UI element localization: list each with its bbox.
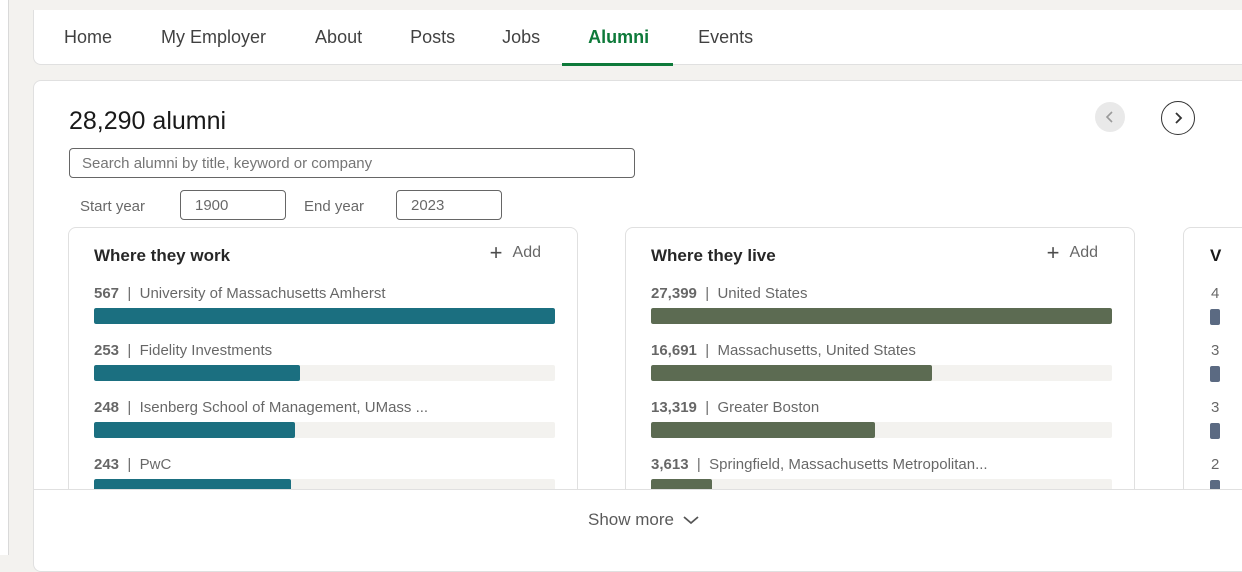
add-label: Add xyxy=(512,244,541,261)
item-name: Fidelity Investments xyxy=(139,342,273,359)
tab-my-employer[interactable]: My Employer xyxy=(161,10,266,64)
plus-icon: + xyxy=(1046,240,1060,265)
item-count: 243 xyxy=(94,456,120,473)
end-year-label: End year xyxy=(304,198,365,215)
item-name: Isenberg School of Management, UMass ... xyxy=(139,399,429,416)
item-name: Springfield, Massachusetts Metropolitan.… xyxy=(709,456,988,473)
alumni-count-heading: 28,290 alumni xyxy=(69,107,227,135)
third-insight-panel: V 4 3 3 2 xyxy=(1183,227,1242,529)
where-they-work-panel: Where they work + Add 567 | University o… xyxy=(68,227,578,527)
item-name: United States xyxy=(717,285,808,302)
item-count: 567 xyxy=(94,285,120,302)
bar-fill xyxy=(1210,366,1220,382)
page-edge xyxy=(0,0,9,555)
item-count: 3 xyxy=(1211,399,1220,416)
alumni-card: 28,290 alumni Start year End year Where … xyxy=(33,80,1242,572)
plus-icon: + xyxy=(489,240,503,265)
bar-fill xyxy=(94,308,555,324)
add-work-filter-button[interactable]: + Add xyxy=(489,240,541,265)
item-label: 13,319 | Greater Boston xyxy=(651,399,1112,416)
show-more-label: Show more xyxy=(588,510,674,529)
start-year-input[interactable] xyxy=(180,190,286,220)
item-label: 567 | University of Massachusetts Amhers… xyxy=(94,285,555,302)
next-button[interactable] xyxy=(1161,101,1195,135)
bar-fill xyxy=(94,365,300,381)
item-separator: | xyxy=(696,285,718,302)
panel-title: V xyxy=(1210,246,1222,265)
item-separator: | xyxy=(688,456,710,473)
list-item[interactable]: 13,319 | Greater Boston xyxy=(651,399,1112,438)
item-count: 2 xyxy=(1211,456,1220,473)
item-separator: | xyxy=(696,342,718,359)
item-label: 253 | Fidelity Investments xyxy=(94,342,555,359)
list-item[interactable]: 27,399 | United States xyxy=(651,285,1112,324)
bar-fill xyxy=(651,422,876,438)
item-count: 27,399 xyxy=(651,285,697,302)
bar-fill xyxy=(94,422,296,438)
item-name: PwC xyxy=(139,456,172,473)
start-year-label: Start year xyxy=(80,198,146,215)
tab-list: Home My Employer About Posts Jobs Alumni Event… xyxy=(64,10,753,66)
item-count: 13,319 xyxy=(651,399,697,416)
panel-title: Where they live xyxy=(651,246,776,265)
item-count: 3 xyxy=(1211,342,1220,359)
where-they-live-panel: Where they live + Add 27,399 | United St… xyxy=(625,227,1135,527)
item-count: 4 xyxy=(1211,285,1220,302)
list-item[interactable]: 567 | University of Massachusetts Amhers… xyxy=(94,285,555,324)
tab-alumni[interactable]: Alumni xyxy=(562,10,674,66)
panel-title: Where they work xyxy=(94,246,231,265)
item-count: 3,613 xyxy=(651,456,689,473)
tab-home[interactable]: Home xyxy=(64,10,112,64)
add-label: Add xyxy=(1069,244,1098,261)
bar-fill xyxy=(651,308,1112,324)
tab-events[interactable]: Events xyxy=(698,10,753,64)
alumni-search-input[interactable] xyxy=(69,148,635,178)
item-count: 16,691 xyxy=(651,342,697,359)
item-label: 27,399 | United States xyxy=(651,285,1112,302)
chevron-left-icon xyxy=(1105,111,1113,123)
chevron-right-icon xyxy=(1175,112,1183,124)
bar-track xyxy=(651,365,1112,381)
bar-fill xyxy=(1210,309,1220,325)
item-count: 248 xyxy=(94,399,120,416)
tab-jobs[interactable]: Jobs xyxy=(502,10,540,64)
item-separator: | xyxy=(119,285,140,302)
tab-posts[interactable]: Posts xyxy=(410,10,455,64)
previous-button[interactable] xyxy=(1095,102,1125,132)
chevron-down-icon xyxy=(683,516,699,525)
item-separator: | xyxy=(119,342,140,359)
item-name: Greater Boston xyxy=(717,399,820,416)
item-count: 253 xyxy=(94,342,120,359)
item-name: University of Massachusetts Amherst xyxy=(139,285,386,302)
item-separator: | xyxy=(119,399,140,416)
bar-fill xyxy=(1210,423,1220,439)
item-name: Massachusetts, United States xyxy=(717,342,916,359)
item-label: 3,613 | Springfield, Massachusetts Metro… xyxy=(651,456,1112,473)
item-separator: | xyxy=(696,399,718,416)
add-location-filter-button[interactable]: + Add xyxy=(1046,240,1098,265)
bar-track xyxy=(94,365,555,381)
list-item[interactable]: 16,691 | Massachusetts, United States xyxy=(651,342,1112,381)
item-label: 16,691 | Massachusetts, United States xyxy=(651,342,1112,359)
end-year-input[interactable] xyxy=(396,190,502,220)
bar-track xyxy=(651,422,1112,438)
bar-track xyxy=(94,422,555,438)
list-item[interactable]: 248 | Isenberg School of Management, UMa… xyxy=(94,399,555,438)
item-label: 243 | PwC xyxy=(94,456,555,473)
list-item[interactable]: 253 | Fidelity Investments xyxy=(94,342,555,381)
item-separator: | xyxy=(119,456,140,473)
show-more-button[interactable]: Show more xyxy=(34,489,1242,550)
bar-fill xyxy=(651,365,932,381)
page-tab-bar: Home My Employer About Posts Jobs Alumni Event… xyxy=(33,10,1242,66)
tab-about[interactable]: About xyxy=(315,10,362,64)
bar-track xyxy=(94,308,555,324)
bar-track xyxy=(651,308,1112,324)
item-label: 248 | Isenberg School of Management, UMa… xyxy=(94,399,555,416)
